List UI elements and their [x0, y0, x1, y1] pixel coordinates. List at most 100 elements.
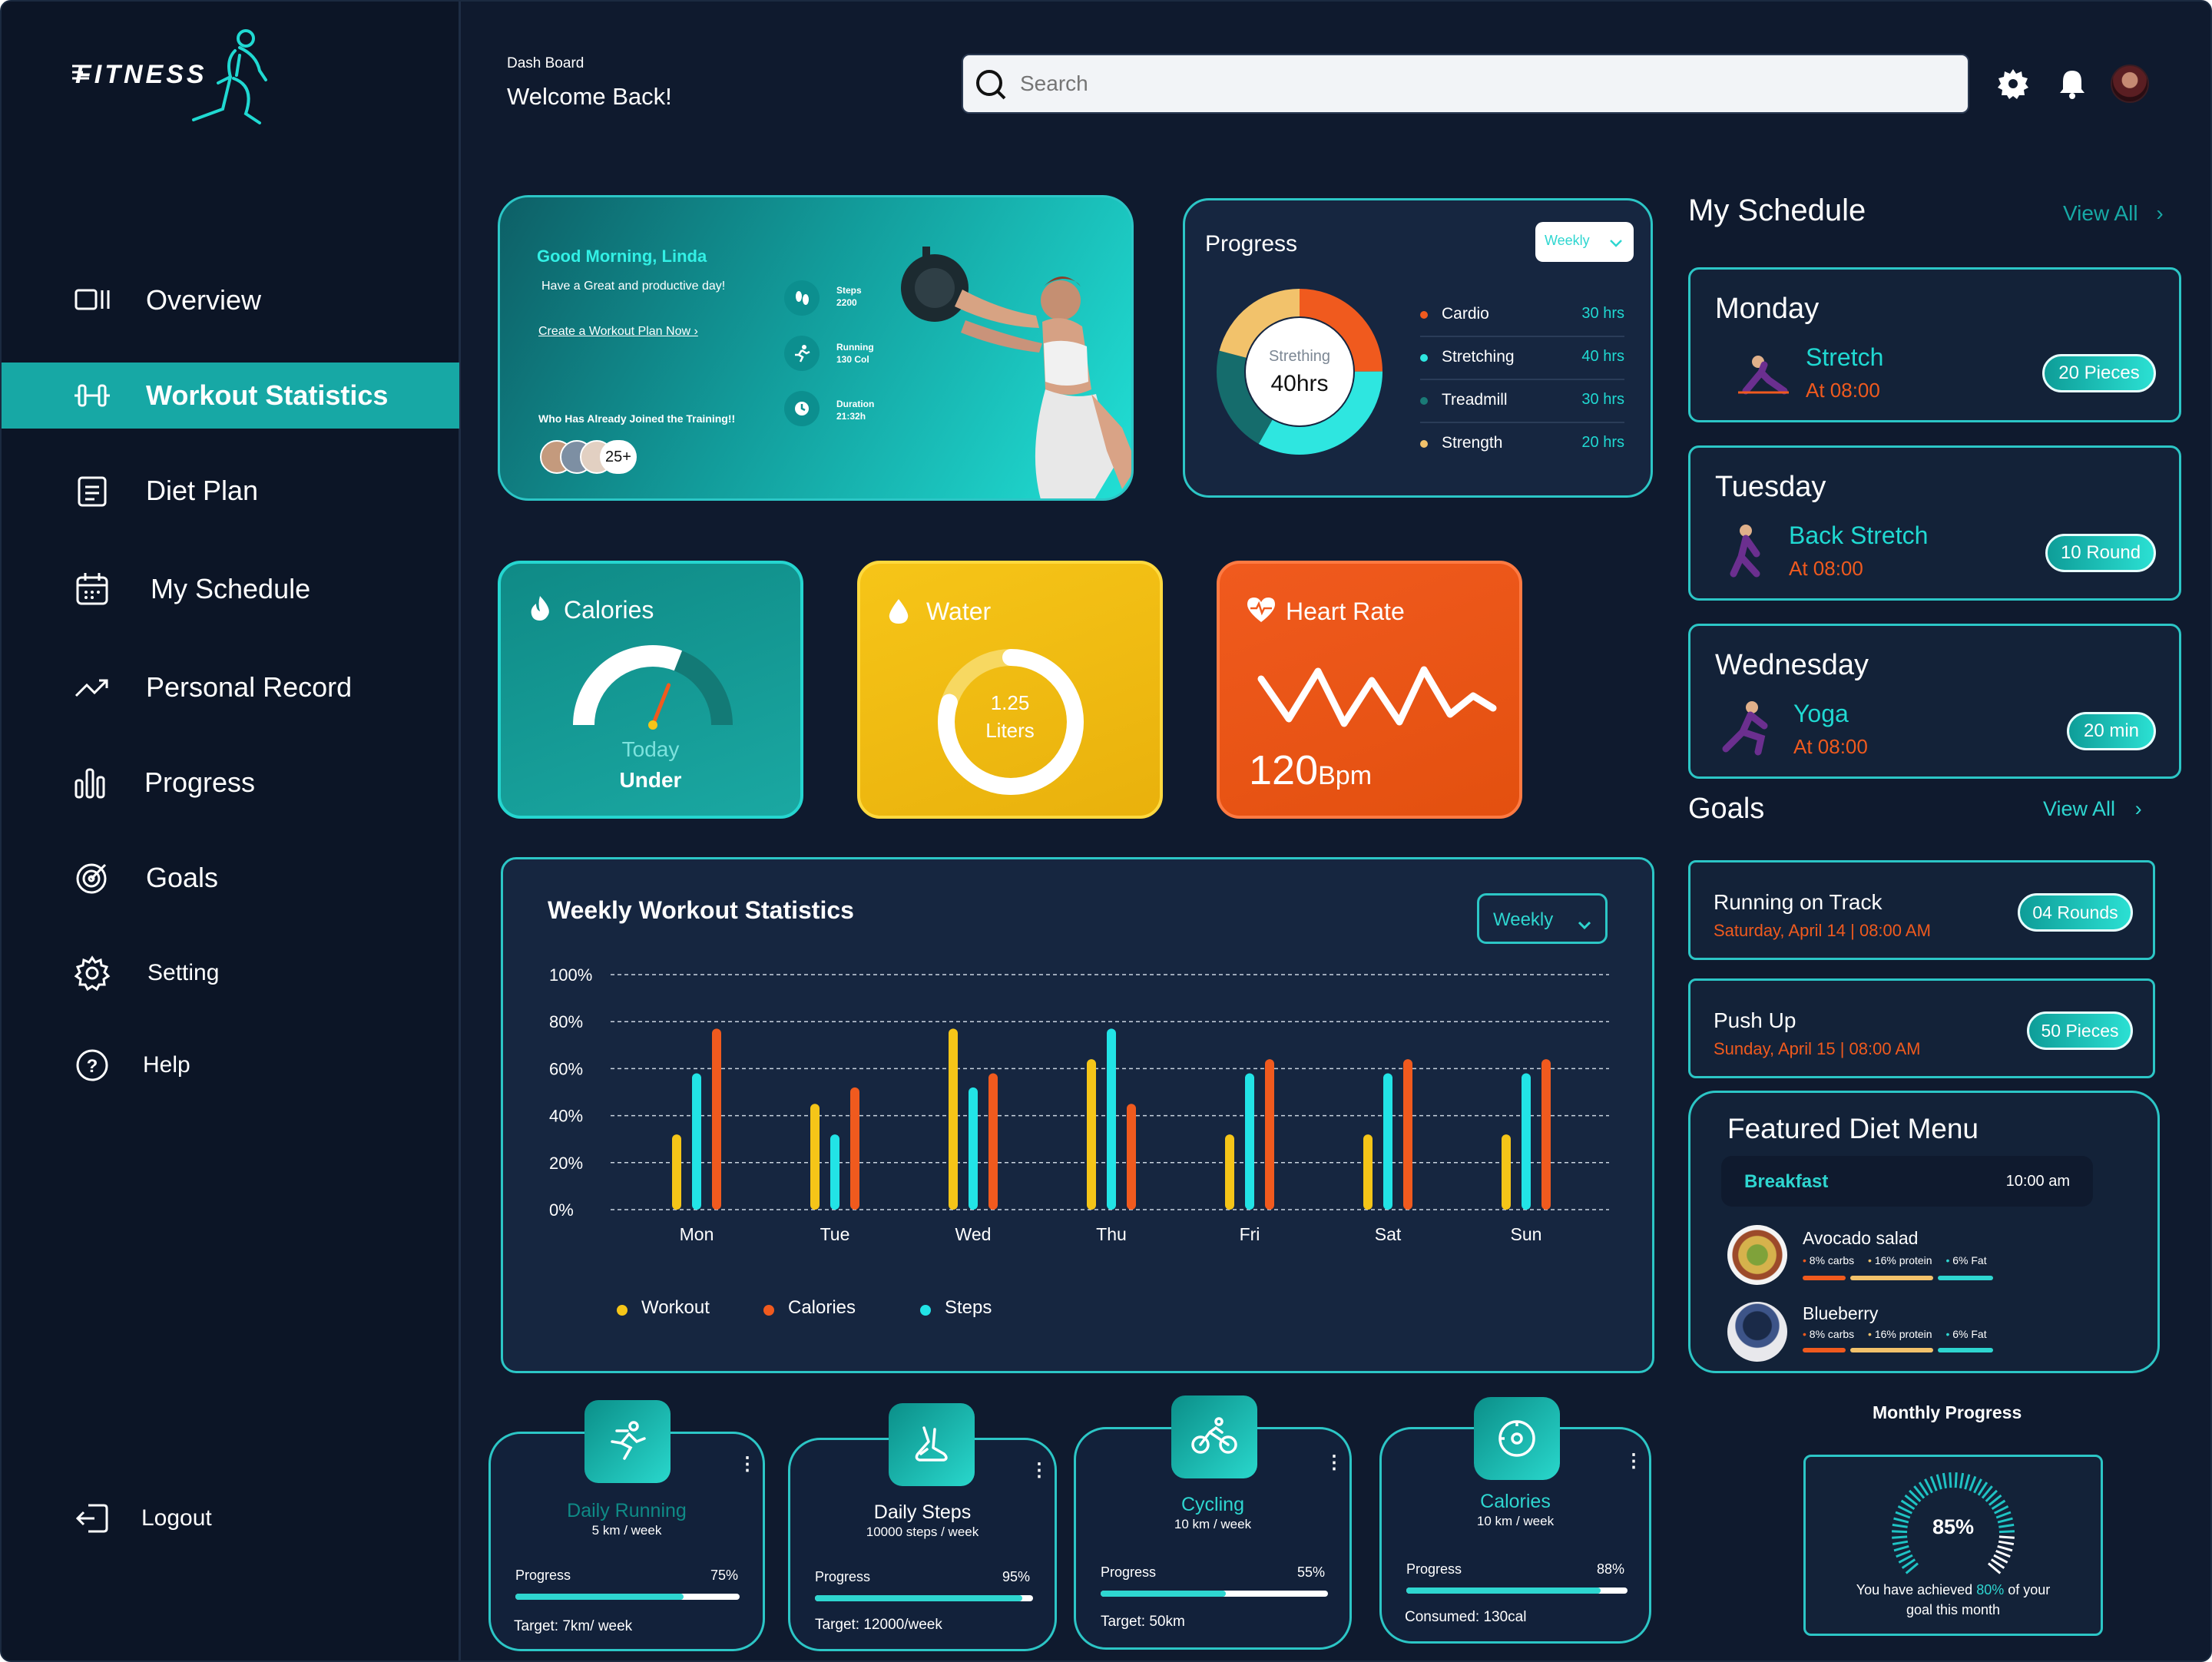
macro-bar-carbs: [1803, 1276, 1846, 1280]
sidebar-item-workout-statistics[interactable]: Workout Statistics: [2, 363, 459, 429]
water-card[interactable]: Water 1.25 Liters: [857, 561, 1163, 819]
heart-value-row: 120Bpm: [1249, 747, 1372, 794]
search-input[interactable]: [1020, 66, 1942, 101]
goal-item-running[interactable]: Running on Track Saturday, April 14 | 08…: [1688, 860, 2155, 960]
more-options-icon[interactable]: ⋮: [1030, 1462, 1048, 1480]
weekly-stats-card: Weekly Workout Statistics Weekly 100% 80%…: [501, 857, 1654, 1373]
legend-dot: [763, 1305, 774, 1316]
legend-name: Treadmill: [1442, 391, 1508, 409]
progress-bar: [515, 1594, 740, 1600]
y-tick-label: 60%: [549, 1059, 583, 1078]
y-tick-label: 40%: [549, 1107, 583, 1126]
create-plan-link[interactable]: Create a Workout Plan Now ›: [538, 325, 698, 339]
gauge-tick: [1998, 1540, 2015, 1546]
meal-tab[interactable]: Breakfast 10:00 am: [1721, 1156, 2093, 1207]
more-options-icon[interactable]: ⋮: [1325, 1454, 1343, 1472]
schedule-badge[interactable]: 20 Pieces: [2042, 354, 2156, 392]
macro-fat-dot: •: [1945, 1254, 1950, 1266]
bar-steps: [830, 1134, 839, 1210]
weekly-period-dropdown[interactable]: Weekly: [1477, 893, 1608, 944]
gauge-tick: [1995, 1549, 2011, 1558]
sidebar-item-my-schedule[interactable]: My Schedule: [2, 556, 459, 622]
more-options-icon[interactable]: ⋮: [1624, 1452, 1643, 1471]
goals-view-all-link[interactable]: View All ›: [2043, 797, 2142, 821]
card-footer: Target: 12000/week: [815, 1617, 942, 1633]
search-bar[interactable]: [962, 54, 1969, 114]
joined-count[interactable]: 25+: [600, 440, 637, 474]
diet-item-name: Blueberry: [1803, 1303, 1879, 1323]
more-options-icon[interactable]: ⋮: [738, 1455, 757, 1474]
monthly-text-line2: goal this month: [1906, 1602, 2001, 1617]
brand-logo[interactable]: FITNESS: [72, 25, 272, 132]
settings-gear-icon[interactable]: [1997, 68, 2029, 104]
daily-running-card[interactable]: ⋮ Daily Running 5 km / week Progress 75%…: [488, 1400, 765, 1651]
sidebar-item-help[interactable]: ? Help: [2, 1032, 459, 1098]
diet-item-avocado[interactable]: Avocado salad • 8% carbs • 16% protein •…: [1727, 1225, 2127, 1286]
schedule-item-monday[interactable]: Monday Stretch At 08:00 20 Pieces: [1688, 267, 2181, 422]
breadcrumb: Dash Board: [507, 55, 584, 71]
sidebar: FITNESS Overview Workout Statistics Diet…: [2, 2, 461, 1660]
chevron-down-icon: [1609, 236, 1623, 252]
legend-value: 20 hrs: [1581, 434, 1624, 451]
legend-name: Stretching: [1442, 348, 1515, 366]
joined-avatars: 25+: [540, 440, 663, 475]
meal-name: Breakfast: [1744, 1171, 1829, 1192]
schedule-view-all-link[interactable]: View All ›: [2063, 201, 2164, 226]
blueberry-image: [1727, 1302, 1787, 1362]
schedule-item-wednesday[interactable]: Wednesday Yoga At 08:00 20 min: [1688, 624, 2181, 779]
legend-row-strength: Strength 20 hrs: [1420, 432, 1624, 466]
daily-steps-card[interactable]: ⋮ Daily Steps 10000 steps / week Progres…: [788, 1403, 1057, 1651]
macro-carbs-dot: •: [1803, 1328, 1806, 1340]
sidebar-item-progress[interactable]: Progress: [2, 750, 459, 816]
goal-badge[interactable]: 04 Rounds: [2018, 893, 2133, 932]
yoga-pose-image: [1714, 698, 1775, 763]
schedule-item-tuesday[interactable]: Tuesday Back Stretch At 08:00 10 Round: [1688, 445, 2181, 601]
schedule-activity: Yoga: [1793, 700, 1849, 727]
diet-item-blueberry[interactable]: Blueberry • 8% carbs • 16% protein • 6% …: [1727, 1302, 2127, 1363]
calories-goal-card[interactable]: ⋮ Calories 10 km / week Progress 88% Con…: [1379, 1397, 1651, 1644]
avatar[interactable]: [2111, 65, 2149, 103]
goal-date: Sunday, April 15 | 08:00 AM: [1714, 1039, 1921, 1058]
macro-protein-dot: •: [1868, 1328, 1872, 1340]
avocado-salad-image: [1727, 1225, 1787, 1285]
sidebar-item-overview[interactable]: Overview: [2, 267, 459, 333]
logout-button[interactable]: Logout: [2, 1485, 459, 1551]
legend-name: Strength: [1442, 434, 1503, 452]
legend-row-cardio: Cardio 30 hrs: [1420, 303, 1624, 337]
bar-calories: [712, 1028, 721, 1210]
monthly-progress-title: Monthly Progress: [1873, 1402, 2022, 1422]
gauge-tick: [1892, 1540, 1909, 1546]
diet-macros: • 8% carbs • 16% protein • 6% Fat: [1803, 1328, 1987, 1340]
macro-carbs-dot: •: [1803, 1254, 1806, 1266]
heart-rate-card[interactable]: Heart Rate 120Bpm: [1217, 561, 1522, 819]
card-sub: 10 km / week: [1174, 1517, 1252, 1531]
cycling-card[interactable]: ⋮ Cycling 10 km / week Progress 55% Targ…: [1074, 1395, 1352, 1650]
footsteps-icon: [784, 280, 820, 316]
dashboard-window: FITNESS Overview Workout Statistics Diet…: [0, 0, 2212, 1662]
schedule-badge[interactable]: 10 Round: [2045, 534, 2156, 572]
macro-carbs: 8% carbs: [1809, 1328, 1855, 1340]
schedule-badge[interactable]: 20 min: [2067, 712, 2156, 750]
bar-chart-icon: [75, 765, 110, 800]
sidebar-item-goals[interactable]: Goals: [2, 845, 459, 911]
calories-card[interactable]: Calories Today Under: [498, 561, 803, 819]
sidebar-item-personal-record[interactable]: Personal Record: [2, 654, 459, 720]
progress-period-dropdown[interactable]: Weekly: [1535, 222, 1634, 262]
gauge-tick: [1959, 1472, 1965, 1488]
schedule-day: Wednesday: [1715, 649, 1869, 681]
svg-text:?: ?: [87, 1056, 98, 1077]
bell-icon[interactable]: [2057, 68, 2088, 104]
sidebar-item-setting[interactable]: Setting: [2, 940, 459, 1006]
bar-workout: [810, 1104, 820, 1210]
progress-label: Progress: [515, 1568, 571, 1583]
goal-badge[interactable]: 50 Pieces: [2027, 1011, 2133, 1050]
goal-item-push-up[interactable]: Push Up Sunday, April 15 | 08:00 AM 50 P…: [1688, 978, 2155, 1078]
legend-dot: [1420, 354, 1428, 362]
macro-bar-fat: [1938, 1348, 1993, 1352]
progress-bar-fill: [815, 1595, 1022, 1601]
sidebar-item-diet-plan[interactable]: Diet Plan: [2, 458, 459, 524]
search-icon: [975, 69, 1008, 105]
brand-logo-text: FITNESS: [75, 60, 207, 89]
gauge-tick: [1997, 1544, 2013, 1552]
overview-icon: [75, 283, 110, 318]
